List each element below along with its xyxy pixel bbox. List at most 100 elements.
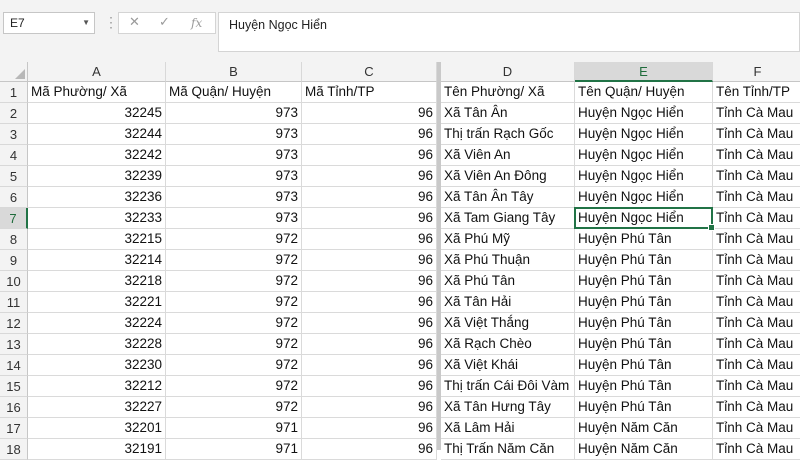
cell-a6[interactable]: 32236 [28,187,166,208]
cell-a7[interactable]: 32233 [28,208,166,229]
cell-c4[interactable]: 96 [302,145,437,166]
cell-e9[interactable]: Huyện Phú Tân [575,250,713,271]
column-header-c[interactable]: C [302,62,437,82]
cell-f13[interactable]: Tỉnh Cà Mau [713,334,800,355]
cell-c10[interactable]: 96 [302,271,437,292]
cell-f15[interactable]: Tỉnh Cà Mau [713,376,800,397]
cell-d7[interactable]: Xã Tam Giang Tây [441,208,575,229]
cell-d11[interactable]: Xã Tân Hải [441,292,575,313]
cell-b9[interactable]: 972 [166,250,302,271]
column-header-e[interactable]: E [575,62,713,82]
cell-f17[interactable]: Tỉnh Cà Mau [713,418,800,439]
cell-b13[interactable]: 972 [166,334,302,355]
header-cell-f[interactable]: Tên Tỉnh/TP [713,82,800,103]
row-header-7[interactable]: 7 [0,208,28,229]
cell-e4[interactable]: Huyện Ngọc Hiển [575,145,713,166]
cell-c15[interactable]: 96 [302,376,437,397]
cell-f6[interactable]: Tỉnh Cà Mau [713,187,800,208]
row-header-5[interactable]: 5 [0,166,28,187]
header-cell-a[interactable]: Mã Phường/ Xã [28,82,166,103]
cell-a13[interactable]: 32228 [28,334,166,355]
cell-c7[interactable]: 96 [302,208,437,229]
row-header-4[interactable]: 4 [0,145,28,166]
cell-c2[interactable]: 96 [302,103,437,124]
row-header-9[interactable]: 9 [0,250,28,271]
freeze-pane-divider[interactable] [437,62,441,450]
header-cell-d[interactable]: Tên Phường/ Xã [441,82,575,103]
cell-d8[interactable]: Xã Phú Mỹ [441,229,575,250]
cell-e3[interactable]: Huyện Ngọc Hiển [575,124,713,145]
cancel-icon[interactable]: ✕ [129,14,140,30]
row-header-13[interactable]: 13 [0,334,28,355]
cell-a9[interactable]: 32214 [28,250,166,271]
cell-d10[interactable]: Xã Phú Tân [441,271,575,292]
cell-b4[interactable]: 973 [166,145,302,166]
cell-a16[interactable]: 32227 [28,397,166,418]
header-cell-e[interactable]: Tên Quận/ Huyện [575,82,713,103]
cell-a5[interactable]: 32239 [28,166,166,187]
cell-f12[interactable]: Tỉnh Cà Mau [713,313,800,334]
cell-c6[interactable]: 96 [302,187,437,208]
cell-a3[interactable]: 32244 [28,124,166,145]
formula-input[interactable]: Huyện Ngọc Hiển [218,12,800,52]
cell-e8[interactable]: Huyện Phú Tân [575,229,713,250]
cell-f16[interactable]: Tỉnh Cà Mau [713,397,800,418]
cell-b8[interactable]: 972 [166,229,302,250]
cell-a17[interactable]: 32201 [28,418,166,439]
cell-b5[interactable]: 973 [166,166,302,187]
column-header-d[interactable]: D [441,62,575,82]
row-header-1[interactable]: 1 [0,82,28,103]
cell-b16[interactable]: 972 [166,397,302,418]
cell-e11[interactable]: Huyện Phú Tân [575,292,713,313]
cell-e5[interactable]: Huyện Ngọc Hiển [575,166,713,187]
row-header-11[interactable]: 11 [0,292,28,313]
column-header-f[interactable]: F [713,62,800,82]
cell-d17[interactable]: Xã Lâm Hải [441,418,575,439]
cell-b12[interactable]: 972 [166,313,302,334]
cell-d2[interactable]: Xã Tân Ân [441,103,575,124]
row-header-16[interactable]: 16 [0,397,28,418]
cell-f3[interactable]: Tỉnh Cà Mau [713,124,800,145]
cell-d16[interactable]: Xã Tân Hưng Tây [441,397,575,418]
insert-function-icon[interactable]: fx [191,16,202,30]
cell-b6[interactable]: 973 [166,187,302,208]
cell-c16[interactable]: 96 [302,397,437,418]
cell-a15[interactable]: 32212 [28,376,166,397]
cell-c14[interactable]: 96 [302,355,437,376]
name-box[interactable]: E7 ▼ [3,12,95,34]
cell-d12[interactable]: Xã Việt Thắng [441,313,575,334]
cell-e14[interactable]: Huyện Phú Tân [575,355,713,376]
cell-a11[interactable]: 32221 [28,292,166,313]
cell-e12[interactable]: Huyện Phú Tân [575,313,713,334]
chevron-down-icon[interactable]: ▼ [82,13,90,33]
header-cell-c[interactable]: Mã Tỉnh/TP [302,82,437,103]
cell-d5[interactable]: Xã Viên An Đông [441,166,575,187]
cell-d3[interactable]: Thị trấn Rạch Gốc [441,124,575,145]
cell-a14[interactable]: 32230 [28,355,166,376]
cell-e6[interactable]: Huyện Ngọc Hiển [575,187,713,208]
cell-c11[interactable]: 96 [302,292,437,313]
cell-b7[interactable]: 973 [166,208,302,229]
header-cell-b[interactable]: Mã Quận/ Huyện [166,82,302,103]
cell-e7[interactable]: Huyện Ngọc Hiển [575,208,713,229]
cell-d6[interactable]: Xã Tân Ân Tây [441,187,575,208]
cell-c12[interactable]: 96 [302,313,437,334]
cell-f7[interactable]: Tỉnh Cà Mau [713,208,800,229]
cell-c8[interactable]: 96 [302,229,437,250]
cell-f8[interactable]: Tỉnh Cà Mau [713,229,800,250]
column-header-b[interactable]: B [166,62,302,82]
more-options-icon[interactable]: ⋮ [104,14,118,31]
cell-e17[interactable]: Huyện Năm Căn [575,418,713,439]
cell-b3[interactable]: 973 [166,124,302,145]
cell-a4[interactable]: 32242 [28,145,166,166]
cell-b15[interactable]: 972 [166,376,302,397]
cell-b2[interactable]: 973 [166,103,302,124]
cell-d4[interactable]: Xã Viên An [441,145,575,166]
cell-d13[interactable]: Xã Rạch Chèo [441,334,575,355]
cell-d15[interactable]: Thị trấn Cái Đôi Vàm [441,376,575,397]
row-header-12[interactable]: 12 [0,313,28,334]
row-header-6[interactable]: 6 [0,187,28,208]
cell-b10[interactable]: 972 [166,271,302,292]
cell-f10[interactable]: Tỉnh Cà Mau [713,271,800,292]
cell-b17[interactable]: 971 [166,418,302,439]
